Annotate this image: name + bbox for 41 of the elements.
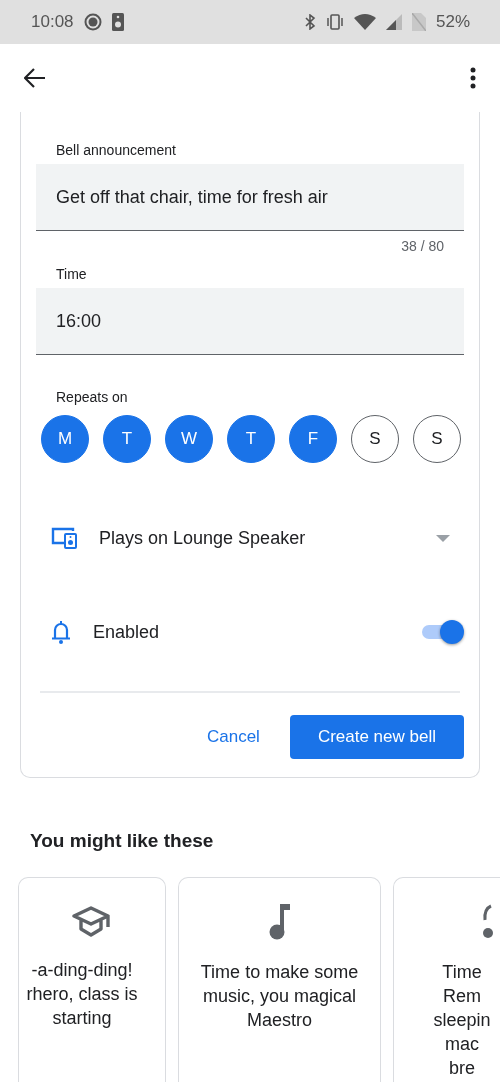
enabled-label: Enabled [93, 621, 161, 643]
cancel-button[interactable]: Cancel [190, 715, 276, 759]
suggestion-card[interactable]: Time Rem sleepin mac bre [393, 877, 500, 1082]
day-toggle[interactable]: F [289, 415, 337, 463]
day-toggle[interactable]: W [165, 415, 213, 463]
status-time: 10:08 [31, 12, 74, 32]
announcement-field[interactable]: Get off that chair, time for fresh air [36, 164, 464, 231]
section-heading: You might like these [30, 830, 215, 852]
day-toggle[interactable]: S [413, 415, 461, 463]
wifi-icon [353, 14, 376, 30]
speaker-dropdown[interactable]: Plays on Lounge Speaker [99, 527, 436, 549]
suggestion-text: -a-ding-ding! rhero, class is starting [26, 959, 138, 1030]
character-counter: 38 / 80 [400, 238, 444, 254]
field-label: Time [56, 266, 88, 282]
graduation-cap-icon [72, 904, 112, 938]
suggestion-text: Time to make some music, you magical Maestro [200, 961, 359, 1032]
more-options-icon[interactable] [470, 67, 476, 89]
signal-icon [385, 14, 402, 30]
field-label: Bell announcement [56, 142, 177, 158]
day-toggle[interactable]: T [227, 415, 275, 463]
vibrate-icon [325, 14, 344, 30]
suggestion-card[interactable]: -a-ding-ding! rhero, class is starting [18, 877, 166, 1082]
battery-percent: 52% [435, 12, 470, 32]
bluetooth-icon [303, 14, 316, 30]
dropdown-caret-icon[interactable] [436, 534, 450, 542]
suggestion-text: Time Rem sleepin mac bre [433, 961, 491, 1080]
day-toggle[interactable]: S [351, 415, 399, 463]
back-arrow-icon[interactable] [24, 68, 46, 88]
repeats-label: Repeats on [56, 389, 129, 405]
no-sim-icon [411, 13, 426, 31]
suggestion-card[interactable]: Time to make some music, you magical Maestro [178, 877, 381, 1082]
speaker-icon [111, 13, 124, 31]
bell-icon [51, 620, 71, 644]
time-field[interactable]: 16:00 [36, 288, 464, 355]
music-note-icon [267, 904, 292, 940]
create-button[interactable]: Create new bell [289, 715, 464, 759]
speaker-device-icon [51, 527, 77, 549]
day-toggle[interactable]: T [103, 415, 151, 463]
record-icon [83, 13, 102, 31]
enabled-toggle[interactable] [422, 620, 464, 644]
day-toggle[interactable]: M [41, 415, 89, 463]
